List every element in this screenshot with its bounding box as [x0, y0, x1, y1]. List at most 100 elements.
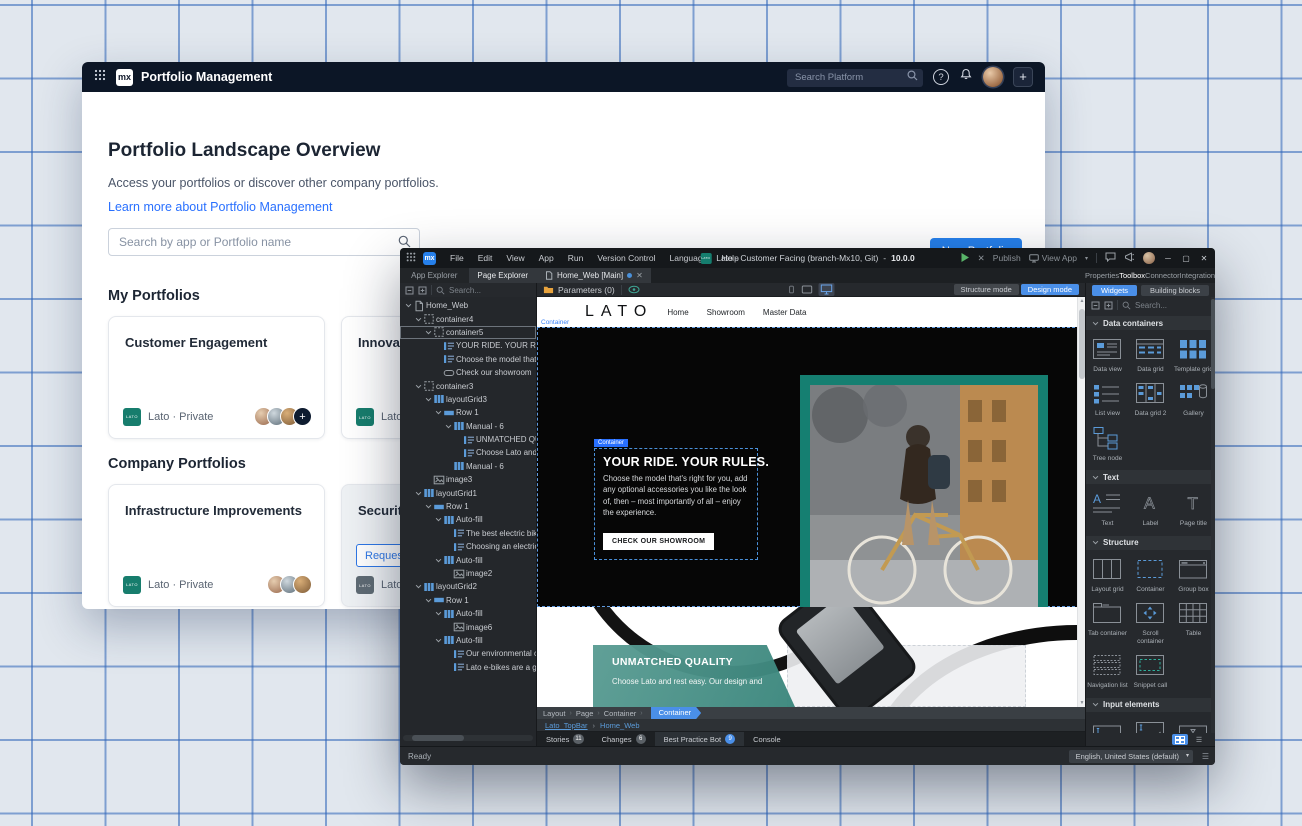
- explorer-search-input[interactable]: Search...: [449, 286, 481, 295]
- path-page-link[interactable]: Home_Web: [600, 721, 639, 730]
- breadcrumb-page[interactable]: Page: [576, 709, 594, 718]
- run-button[interactable]: [960, 252, 970, 265]
- list-view-toggle[interactable]: ☰: [1191, 734, 1207, 745]
- view-app-button[interactable]: View App: [1029, 253, 1077, 263]
- widget-group-box[interactable]: Group box: [1172, 552, 1215, 596]
- toolbox-category-text[interactable]: Text: [1086, 470, 1215, 484]
- breadcrumb-container[interactable]: Container: [604, 709, 637, 718]
- platform-search-input[interactable]: [787, 69, 923, 87]
- tab-app-explorer[interactable]: App Explorer: [400, 268, 469, 283]
- language-selector[interactable]: English, United States (default): [1069, 750, 1193, 763]
- widgets-toggle-button[interactable]: Widgets: [1092, 285, 1137, 296]
- tree-node-manual-6[interactable]: Manual - 6: [400, 460, 536, 473]
- chevron-down-icon[interactable]: [425, 503, 433, 510]
- tree-node-lato-e-bikes-are-a-greener-way[interactable]: Lato e-bikes are a greener way: [400, 661, 536, 674]
- widget-tree-node[interactable]: Tree node: [1086, 421, 1129, 465]
- chevron-down-icon[interactable]: [435, 637, 443, 644]
- tree-node-row-1[interactable]: Row 1: [400, 406, 536, 419]
- toolbox-search-input[interactable]: Search...: [1135, 301, 1167, 310]
- tree-node-auto-fill[interactable]: Auto-fill: [400, 634, 536, 647]
- canvas-scrollbar[interactable]: ▲ ▼: [1077, 297, 1085, 707]
- chevron-down-icon[interactable]: [425, 597, 433, 604]
- icon-view-toggle[interactable]: [1172, 734, 1188, 745]
- mx-logo[interactable]: mx: [116, 69, 133, 86]
- widget-template-grid[interactable]: Template grid: [1172, 332, 1215, 376]
- chevron-down-icon[interactable]: [435, 516, 443, 523]
- widget-text-area[interactable]: Text area: [1129, 714, 1172, 733]
- tree-node-auto-fill[interactable]: Auto-fill: [400, 513, 536, 526]
- close-button[interactable]: ✕: [1199, 254, 1209, 263]
- tree-node-manual-6[interactable]: Manual - 6: [400, 420, 536, 433]
- widget-text[interactable]: AText: [1086, 486, 1129, 530]
- notifications-bell-icon[interactable]: [959, 68, 973, 86]
- hero-heading[interactable]: YOUR RIDE. YOUR RULES.: [603, 455, 749, 469]
- member-avatar[interactable]: [293, 575, 312, 594]
- portfolio-search-input[interactable]: [108, 228, 420, 256]
- tab-connector[interactable]: Connector: [1145, 271, 1180, 280]
- tree-node-layoutgrid1[interactable]: layoutGrid1: [400, 486, 536, 499]
- view-app-dropdown-icon[interactable]: ▾: [1085, 255, 1088, 262]
- dock-console[interactable]: Console: [744, 732, 790, 746]
- portfolio-card-infrastructure-improvements[interactable]: Infrastructure ImprovementsLATOLato · Pr…: [108, 484, 325, 607]
- learn-more-link[interactable]: Learn more about Portfolio Management: [108, 200, 332, 214]
- dock-changes[interactable]: Changes6: [593, 732, 655, 746]
- widget-data-grid-2[interactable]: Data grid 2: [1129, 376, 1172, 420]
- user-avatar[interactable]: [983, 67, 1003, 87]
- hero-container[interactable]: Container YOUR RIDE. YOUR RULES. Choose …: [537, 327, 1085, 607]
- tree-node-auto-fill[interactable]: Auto-fill: [400, 553, 536, 566]
- tab-page-explorer[interactable]: Page Explorer: [469, 268, 538, 283]
- structure-mode-button[interactable]: Structure mode: [954, 284, 1019, 295]
- minimize-button[interactable]: ─: [1163, 254, 1173, 263]
- chevron-down-icon[interactable]: [425, 329, 433, 336]
- app-switcher-icon[interactable]: [406, 252, 416, 264]
- widget-data-view[interactable]: Data view: [1086, 332, 1129, 376]
- hero-text-container[interactable]: Container YOUR RIDE. YOUR RULES. Choose …: [594, 448, 758, 560]
- tree-node-choose-the-model-that-s-right-for-y[interactable]: Choose the model that's right for y: [400, 353, 536, 366]
- tree-node-choosing-an-electric-bike-shou[interactable]: Choosing an electric bike shou: [400, 540, 536, 553]
- menu-edit[interactable]: Edit: [472, 253, 499, 263]
- hero-cta-button[interactable]: CHECK OUR SHOWROOM: [603, 533, 714, 550]
- tree-node-our-environmental-commitme[interactable]: Our environmental commitme: [400, 647, 536, 660]
- maximize-button[interactable]: ▢: [1181, 254, 1191, 263]
- menu-view[interactable]: View: [500, 253, 530, 263]
- create-app-button[interactable]: +: [1013, 67, 1033, 87]
- document-tab[interactable]: Home_Web [Main] ✕: [537, 268, 651, 283]
- collapse-all-icon[interactable]: [405, 286, 414, 295]
- tree-node-container4[interactable]: container4: [400, 312, 536, 325]
- dock-best-practice-bot[interactable]: Best Practice Bot9: [655, 732, 745, 746]
- announcement-icon[interactable]: [1124, 252, 1135, 264]
- tree-node-layoutgrid2[interactable]: layoutGrid2: [400, 580, 536, 593]
- menu-app[interactable]: App: [533, 253, 560, 263]
- preview-eye-icon[interactable]: [628, 285, 640, 294]
- building-blocks-toggle-button[interactable]: Building blocks: [1141, 285, 1209, 296]
- toolbox-category-structure[interactable]: Structure: [1086, 536, 1215, 550]
- nav-master-data[interactable]: Master Data: [763, 308, 807, 317]
- tab-toolbox[interactable]: Toolbox: [1119, 271, 1145, 280]
- chevron-down-icon[interactable]: [435, 557, 443, 564]
- widget-table[interactable]: Table: [1172, 596, 1215, 648]
- widget-navigation-list[interactable]: Navigation list: [1086, 648, 1129, 692]
- breadcrumb-layout[interactable]: Layout: [543, 709, 566, 718]
- tree-node-unmatched-quality[interactable]: UNMATCHED QUALITY: [400, 433, 536, 446]
- tree-node-auto-fill[interactable]: Auto-fill: [400, 607, 536, 620]
- tree-node-image2[interactable]: image2: [400, 567, 536, 580]
- tree-node-container3[interactable]: container3: [400, 379, 536, 392]
- help-icon[interactable]: ?: [933, 69, 949, 85]
- stop-icon[interactable]: ✕: [978, 253, 985, 264]
- feedback-chat-icon[interactable]: [1105, 252, 1116, 264]
- tree-node-choose-lato-and-rest-easy[interactable]: Choose Lato and rest easy.: [400, 446, 536, 459]
- chevron-down-icon[interactable]: [415, 583, 423, 590]
- portfolio-card-customer-engagement[interactable]: Customer EngagementLATOLato · Private+: [108, 316, 325, 439]
- desktop-preview-icon[interactable]: [819, 283, 835, 296]
- tablet-preview-icon[interactable]: [802, 284, 813, 295]
- chevron-down-icon[interactable]: [415, 316, 423, 323]
- chevron-down-icon[interactable]: [405, 302, 413, 309]
- tree-node-image6[interactable]: image6: [400, 620, 536, 633]
- tree-node-home-web[interactable]: Home_Web: [400, 299, 536, 312]
- tree-node-row-1[interactable]: Row 1: [400, 500, 536, 513]
- menu-run[interactable]: Run: [562, 253, 590, 263]
- toolbox-category-input-elements[interactable]: Input elements: [1086, 698, 1215, 712]
- expand-all-icon[interactable]: [418, 286, 427, 295]
- status-menu-icon[interactable]: ☰: [1202, 752, 1209, 761]
- widget-gallery[interactable]: Gallery: [1172, 376, 1215, 420]
